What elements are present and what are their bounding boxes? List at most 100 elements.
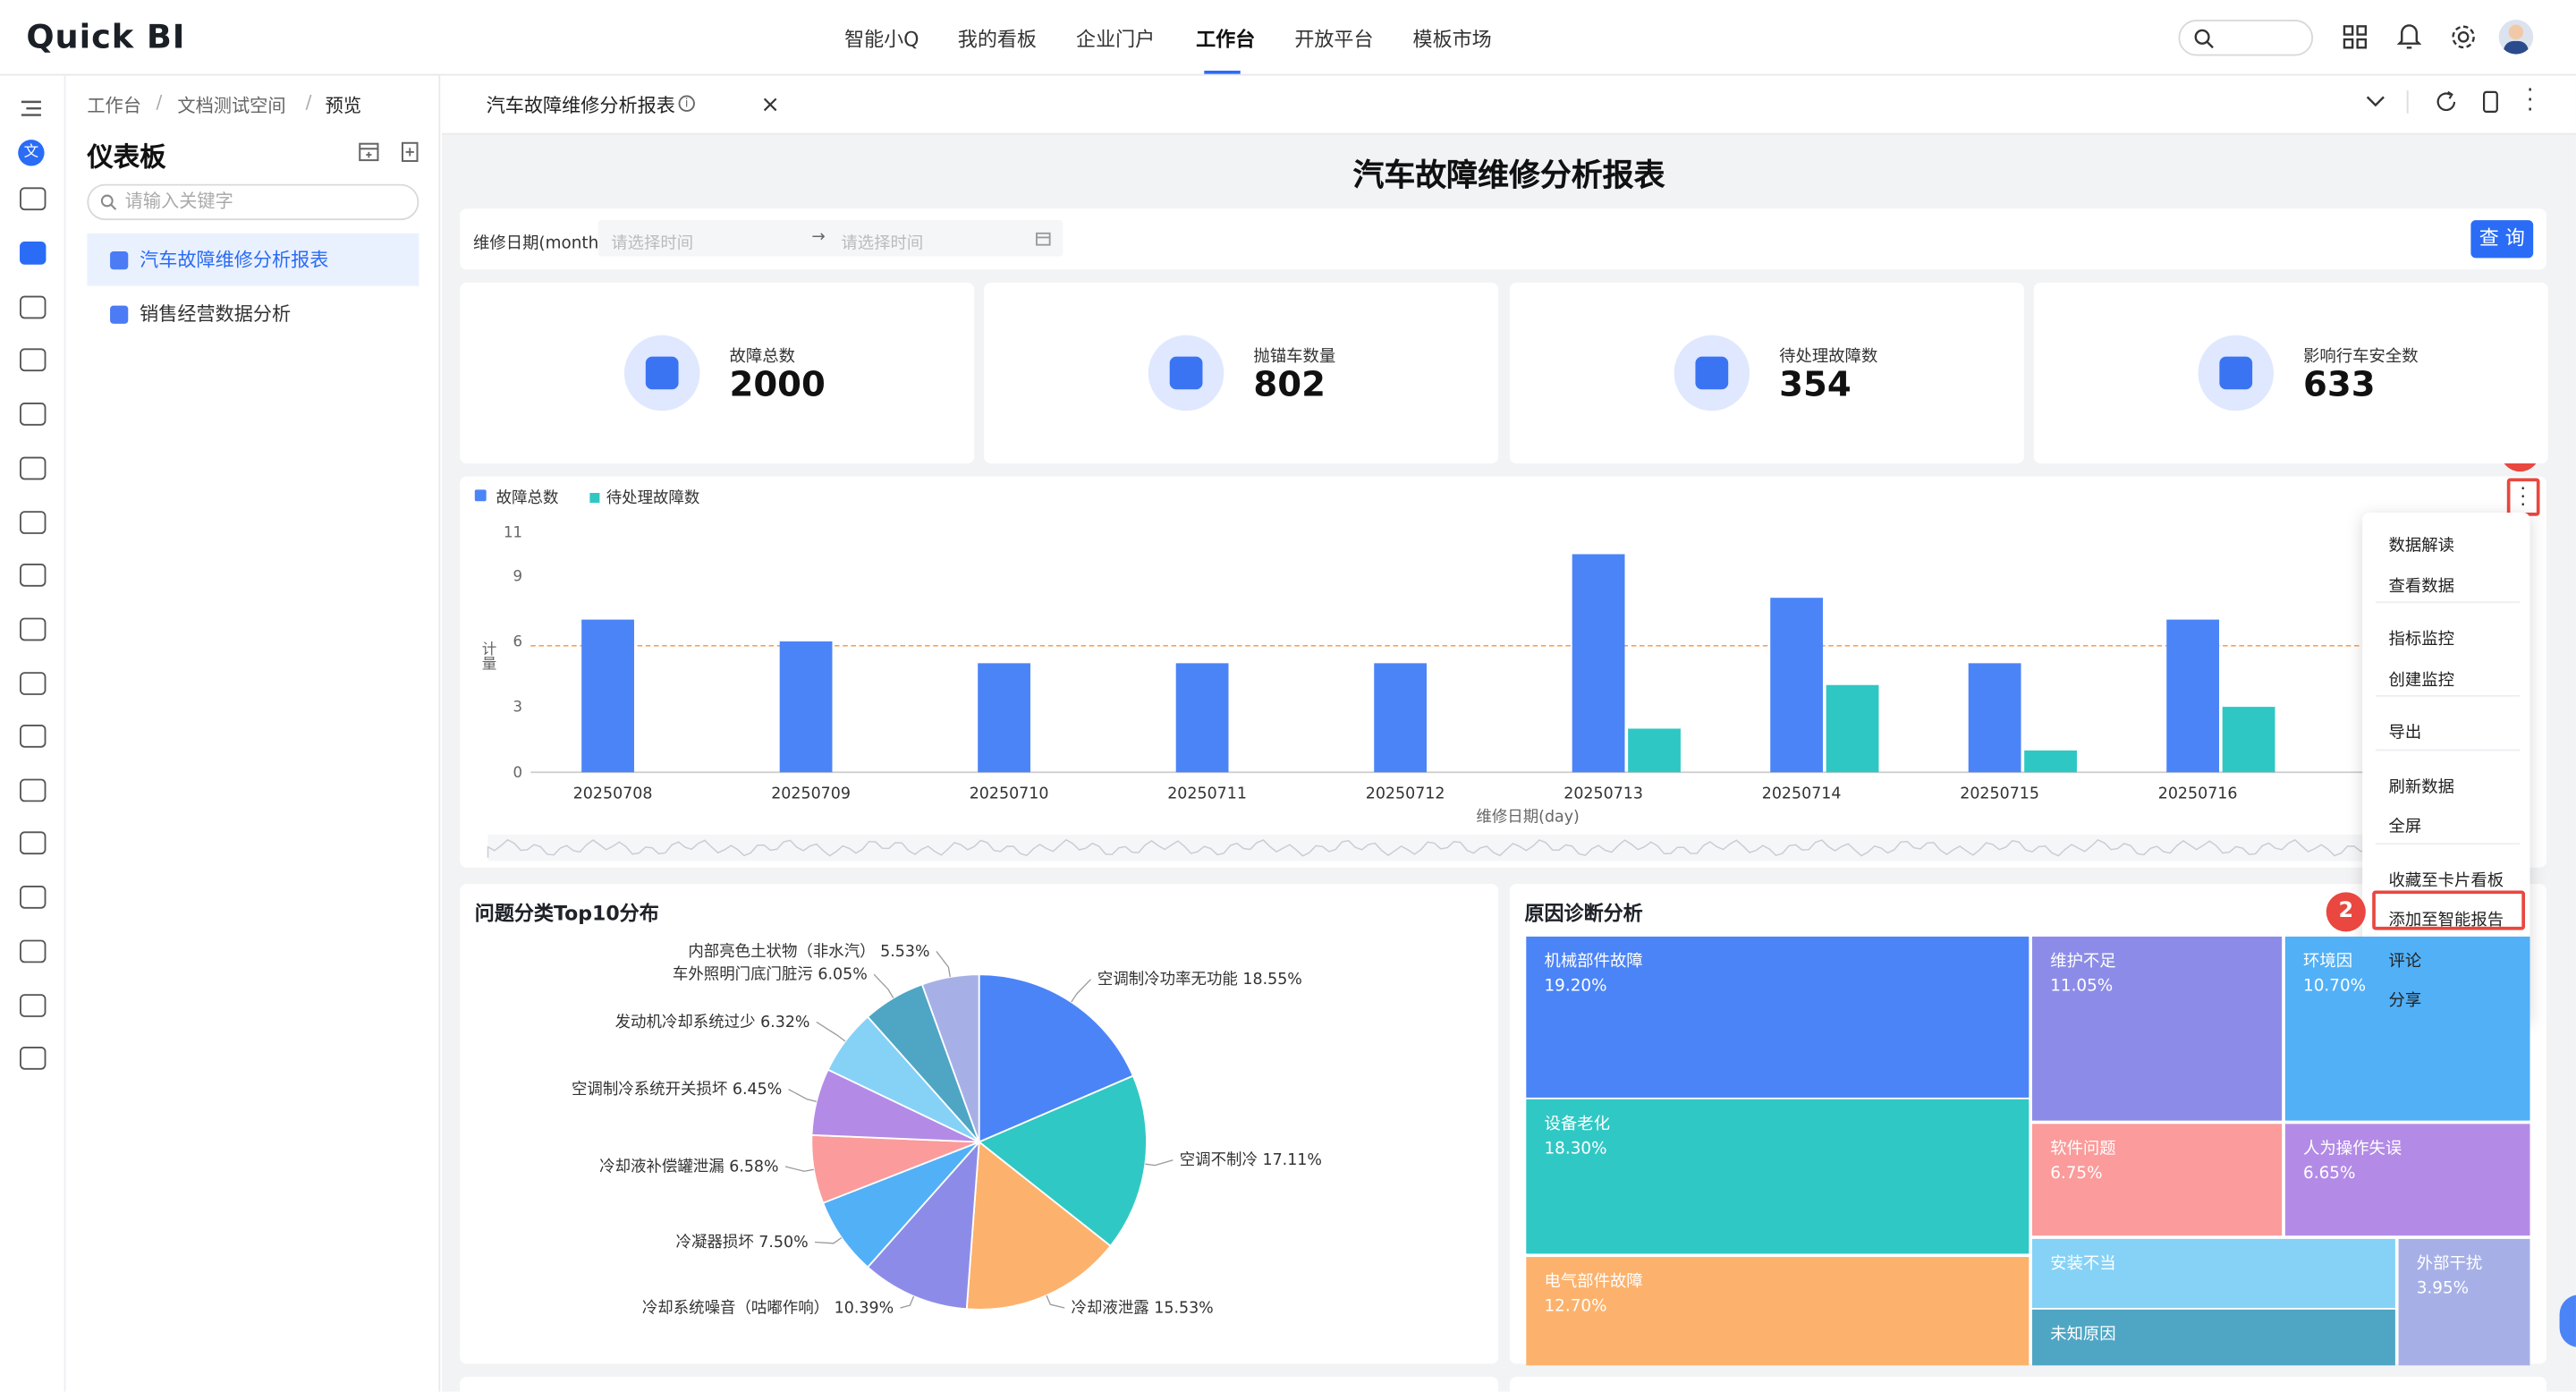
- treemap-cell-label: 外部干扰: [2416, 1255, 2483, 1274]
- menu-item-添加至智能报告[interactable]: 添加至智能报告: [2389, 905, 2504, 929]
- tab-fault-report[interactable]: 汽车故障维修分析报表 i ×: [472, 81, 797, 129]
- sidebar-item-fault-report[interactable]: 汽车故障维修分析报表: [87, 233, 419, 286]
- rail-nav-icon-10[interactable]: [20, 724, 47, 748]
- treemap-cell[interactable]: 安装不当: [2031, 1238, 2395, 1309]
- kpi-card: [2033, 282, 2548, 463]
- rail-nav-icon-8[interactable]: [20, 617, 47, 641]
- pie-leader-line: [788, 1089, 818, 1102]
- kpi-glyph-icon: [1169, 356, 1203, 390]
- rail-nav-icon-9[interactable]: [20, 672, 47, 695]
- menu-item-查看数据[interactable]: 查看数据: [2389, 571, 2454, 596]
- treemap-cell[interactable]: 人为操作失误 6.65%: [2284, 1124, 2530, 1236]
- rail-nav-icon-15[interactable]: [20, 994, 47, 1017]
- nav-item-3[interactable]: 工作台: [1196, 25, 1255, 53]
- bar-total: [581, 619, 634, 773]
- refresh-icon[interactable]: [2435, 90, 2458, 114]
- rail-nav-icon-14[interactable]: [20, 939, 47, 963]
- treemap-cell[interactable]: 设备老化 18.30%: [1526, 1099, 2029, 1254]
- rail-nav-icon-11[interactable]: [20, 778, 47, 802]
- settings-gear-icon[interactable]: [2450, 23, 2478, 51]
- rail-nav-icon-12[interactable]: [20, 831, 47, 855]
- app-logo[interactable]: Quick BI: [26, 16, 185, 55]
- nav-item-5[interactable]: 模板市场: [1413, 25, 1492, 53]
- treemap-cell[interactable]: 外部干扰 3.95%: [2398, 1238, 2530, 1366]
- pie-leader-line: [814, 1236, 843, 1244]
- kpi-icon: [1148, 335, 1224, 412]
- menu-item-分享[interactable]: 分享: [2389, 986, 2422, 1010]
- treemap-cell[interactable]: 软件问题 6.75%: [2031, 1124, 2283, 1236]
- pie-slice-label: 冷却液补偿罐泄漏 6.58%: [599, 1159, 778, 1176]
- info-icon[interactable]: i: [678, 95, 695, 112]
- new-dashboard-icon[interactable]: [399, 141, 420, 163]
- rail-nav-icon-3[interactable]: [20, 348, 47, 372]
- treemap-cell-value: 6.75%: [2050, 1165, 2103, 1184]
- treemap-cell[interactable]: 电气部件故障 12.70%: [1526, 1257, 2029, 1366]
- menu-item-导出[interactable]: 导出: [2389, 718, 2422, 743]
- rail-nav-icon-0[interactable]: [20, 187, 47, 211]
- pie-slice-label: 车外照明门底门脏污 6.05%: [673, 966, 868, 984]
- workspace-doc-icon[interactable]: 文: [18, 140, 45, 166]
- mobile-preview-icon[interactable]: [2480, 90, 2500, 114]
- menu-item-收藏至卡片看板[interactable]: 收藏至卡片看板: [2389, 865, 2504, 889]
- menu-item-数据解读[interactable]: 数据解读: [2389, 530, 2454, 556]
- treemap-cell[interactable]: 机械部件故障 19.20%: [1526, 936, 2029, 1098]
- nav-item-4[interactable]: 开放平台: [1294, 25, 1373, 53]
- pie-slice-label: 发动机冷却系统过少 6.32%: [615, 1014, 810, 1031]
- x-tick-label: 20250716: [2158, 785, 2238, 803]
- legend-label: 待处理故障数: [606, 489, 700, 507]
- sidebar-item-sales-analysis[interactable]: 销售经营数据分析: [87, 287, 419, 340]
- sidebar-item-label: 销售经营数据分析: [140, 301, 292, 326]
- end-date-input[interactable]: 请选择时间: [841, 228, 923, 253]
- start-date-input[interactable]: 请选择时间: [611, 228, 693, 253]
- query-button[interactable]: 查 询: [2470, 220, 2534, 259]
- rail-nav-icon-13[interactable]: [20, 885, 47, 909]
- treemap-cell-label: 机械部件故障: [1544, 953, 1643, 972]
- rail-nav-icon-1[interactable]: [20, 241, 47, 265]
- more-options-icon[interactable]: · · ·: [2527, 81, 2534, 122]
- pie-slice-label: 冷却液泄露 15.53%: [1072, 1300, 1214, 1318]
- nav-item-1[interactable]: 我的看板: [958, 25, 1037, 53]
- sidebar-search-input[interactable]: 请输入关键字: [87, 183, 419, 221]
- menu-item-全屏[interactable]: 全屏: [2389, 811, 2422, 836]
- pie-leader-line: [1071, 979, 1092, 1003]
- rail-nav-icon-2[interactable]: [20, 295, 47, 319]
- treemap-cell-label: 设备老化: [1544, 1116, 1610, 1134]
- kpi-glyph-icon: [1695, 356, 1729, 390]
- bar-total: [1770, 598, 1824, 773]
- menu-collapse-icon[interactable]: [20, 98, 43, 118]
- menu-item-创建监控[interactable]: 创建监控: [2389, 665, 2454, 689]
- legend-swatch: [474, 489, 487, 502]
- user-avatar[interactable]: [2498, 20, 2534, 55]
- rail-nav-icon-7[interactable]: [20, 563, 47, 587]
- close-tab-icon[interactable]: ×: [760, 82, 780, 128]
- menu-item-刷新数据[interactable]: 刷新数据: [2389, 771, 2454, 796]
- apps-grid-icon[interactable]: [2343, 25, 2368, 50]
- kpi-label: 影响行车安全数: [2303, 348, 2419, 367]
- menu-item-评论[interactable]: 评论: [2389, 946, 2422, 970]
- menu-item-指标监控[interactable]: 指标监控: [2389, 624, 2454, 649]
- global-search-input[interactable]: [2178, 20, 2314, 56]
- x-tick-label: 20250709: [771, 785, 851, 803]
- rail-nav-icon-16[interactable]: [20, 1046, 47, 1070]
- breadcrumb-workspace[interactable]: 文档测试空间: [177, 92, 285, 118]
- kpi-card: [460, 282, 975, 463]
- rail-nav-icon-5[interactable]: [20, 456, 47, 480]
- kpi-glyph-icon: [645, 356, 679, 390]
- new-folder-icon[interactable]: [358, 141, 379, 163]
- breadcrumb-workbench[interactable]: 工作台: [87, 92, 141, 118]
- notification-bell-icon[interactable]: [2396, 21, 2422, 51]
- rail-nav-icon-4[interactable]: [20, 402, 47, 426]
- bar-total: [1175, 663, 1229, 773]
- rail-nav-icon-6[interactable]: [20, 511, 47, 534]
- breadcrumb-preview: 预览: [325, 95, 362, 117]
- x-tick-label: 20250711: [1167, 785, 1247, 803]
- treemap-cell[interactable]: 维护不足 11.05%: [2031, 936, 2283, 1121]
- menu-separator: [2375, 748, 2521, 751]
- chart-more-button[interactable]: · · ·: [2506, 478, 2540, 516]
- y-tick-label: 3: [513, 699, 523, 716]
- nav-item-0[interactable]: 智能小Q: [844, 25, 919, 53]
- nav-item-2[interactable]: 企业门户: [1076, 25, 1155, 53]
- chevron-down-icon[interactable]: [2366, 96, 2385, 109]
- bar-total: [1572, 554, 1625, 773]
- treemap-cell[interactable]: 未知原因: [2031, 1309, 2395, 1366]
